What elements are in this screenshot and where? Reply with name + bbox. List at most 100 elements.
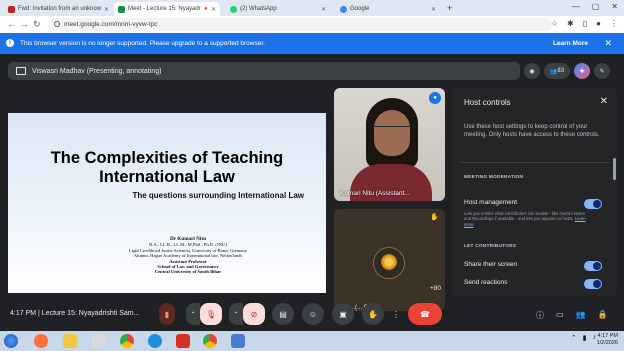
side-panel-icon[interactable]: ▯	[583, 19, 587, 28]
meeting-name: Lecture 15: Nyayadrishti Sam...	[41, 310, 140, 317]
address-bar: ← → ↻ meet.google.com/mnm-vyvw-tpc ☆ ✱ ▯…	[0, 16, 624, 33]
close-icon[interactable]: ✕	[600, 96, 608, 107]
reactions-button[interactable]: ☺	[302, 303, 324, 325]
more-options-icon[interactable]: ⋮	[388, 303, 404, 325]
host-management-toggle[interactable]	[584, 199, 602, 209]
raise-hand-button[interactable]: ✋	[362, 303, 384, 325]
tab-gmail[interactable]: Fwd: Invitation from an unknow ✕	[4, 2, 108, 16]
info-icon: i	[6, 39, 14, 47]
slide-author-block: Dr Kumari Nitu B.A., LL.B., LL.M., M.Phi…	[58, 236, 318, 275]
participants-button[interactable]: 👥 83	[544, 63, 570, 79]
site-info-icon[interactable]	[54, 21, 60, 27]
acrobat-icon[interactable]	[176, 334, 190, 348]
google-icon	[340, 5, 347, 13]
gemini-icon[interactable]: ✦	[574, 63, 590, 79]
learn-more-link[interactable]: Learn More	[553, 40, 588, 47]
back-icon[interactable]: ←	[7, 19, 16, 29]
edge-icon[interactable]	[148, 334, 162, 348]
tab-title: (2) WhatsApp	[240, 6, 277, 12]
tab-whatsapp[interactable]: (2) WhatsApp ✕	[226, 2, 330, 16]
close-icon[interactable]: ✕	[431, 6, 436, 13]
chrome-icon[interactable]	[203, 334, 217, 348]
infobar-message: This browser version is no longer suppor…	[20, 40, 265, 47]
lock-icon[interactable]: 🔒	[598, 310, 608, 321]
chat-icon[interactable]: ▭	[556, 310, 564, 321]
edit-icon[interactable]: ✎	[594, 63, 610, 79]
menu-icon[interactable]: ⋮	[610, 19, 618, 28]
participant-tile[interactable]: ✋ +80 ...(... C...	[334, 209, 445, 311]
meet-icon	[118, 5, 125, 13]
pin-icon[interactable]: ✋	[430, 213, 439, 221]
close-icon[interactable]: ✕	[321, 6, 326, 13]
camera-options-chevron-icon[interactable]: ⌃	[229, 303, 243, 325]
send-reactions-toggle[interactable]	[584, 279, 602, 289]
people-icon: 👥	[549, 68, 558, 75]
tab-strip: Fwd: Invitation from an unknow ✕ Meet - …	[0, 0, 624, 16]
section-heading: LET CONTRIBUTORS	[464, 244, 517, 249]
reload-icon[interactable]: ↻	[33, 19, 41, 30]
taskbar-clock[interactable]: 4:17 PM 1/2/2026	[597, 333, 618, 347]
speaking-indicator-icon: ●	[429, 92, 441, 104]
share-screen-label: Share their screen	[464, 261, 518, 268]
present-button[interactable]: ▣	[332, 303, 354, 325]
meeting-details-icon[interactable]: ⓘ	[536, 310, 544, 321]
window-close-icon[interactable]: ✕	[611, 2, 618, 11]
host-management-description: Lets you restrict what contributors can …	[464, 211, 589, 227]
forward-icon[interactable]: →	[20, 19, 29, 29]
file-explorer-icon[interactable]	[63, 334, 77, 348]
volume-icon[interactable]: ♪	[593, 334, 597, 342]
firefox-icon[interactable]	[34, 334, 48, 348]
divider	[460, 162, 610, 163]
tab-title: Fwd: Invitation from an unknow	[18, 6, 102, 12]
leave-call-button[interactable]: ☎	[408, 303, 442, 325]
media-player-icon[interactable]	[92, 334, 106, 348]
new-tab-icon[interactable]: +	[447, 3, 452, 13]
slide-title-line-1: The Complexities of Teaching	[50, 149, 284, 167]
meeting-time: 4:17 PM	[10, 310, 37, 317]
mic-options-chevron-icon[interactable]: ⌃	[186, 303, 200, 325]
meet-stage: Viswasri Madhav (Presenting, annotating)…	[0, 54, 624, 331]
maximize-icon[interactable]: ▢	[592, 2, 600, 11]
remote-desktop-icon[interactable]	[231, 334, 245, 348]
more-participants-count[interactable]: +80	[430, 285, 441, 292]
slide-subtitle: The questions surrounding International …	[132, 191, 304, 200]
url-input[interactable]: meet.google.com/mnm-vyvw-tpc	[48, 18, 552, 31]
profile-icon[interactable]: ●	[596, 19, 601, 28]
start-icon[interactable]	[4, 334, 18, 348]
present-screen-icon	[16, 67, 26, 75]
people-icon[interactable]: 👥	[576, 310, 586, 321]
close-icon[interactable]: ✕	[104, 6, 108, 13]
tab-google[interactable]: Google ✕	[336, 2, 440, 16]
network-icon[interactable]: ▮	[583, 334, 587, 342]
infobar-close-icon[interactable]: ✕	[604, 38, 612, 49]
avatar-image	[381, 254, 397, 270]
tab-meet[interactable]: Meet - Lecture 15: Nyayadr ● ✕	[114, 2, 220, 16]
top-right-controls: ◉ 👥 83 ✦ ✎	[524, 63, 610, 79]
tray-chevron-icon[interactable]: ⌃	[571, 334, 577, 342]
participant-tile[interactable]: ● Kumari Nitu (Assistant...	[334, 88, 445, 201]
minimize-icon[interactable]: —	[572, 2, 580, 11]
panel-description: Use these host settings to keep control …	[464, 124, 600, 138]
section-heading: MEETING MODERATION	[464, 175, 524, 180]
activity-icon[interactable]: ◉	[524, 63, 540, 79]
meeting-info: 4:17 PM | Lecture 15: Nyayadrishti Sam..…	[10, 310, 139, 317]
extensions-icon[interactable]: ✱	[567, 19, 574, 28]
mic-off-button[interactable]: 🎙	[200, 303, 222, 325]
bottom-right-icons: ⓘ ▭ 👥 🔒	[536, 310, 608, 321]
gmail-icon	[8, 5, 15, 13]
companion-icon[interactable]: ▮	[159, 303, 175, 325]
camera-off-button[interactable]: ⊘	[243, 303, 265, 325]
presenter-bar: Viswasri Madhav (Presenting, annotating)	[8, 62, 520, 80]
captions-button[interactable]: ▤	[272, 303, 294, 325]
close-icon[interactable]: ✕	[211, 6, 216, 13]
clock-date: 1/2/2026	[596, 340, 618, 346]
whatsapp-icon	[230, 5, 237, 13]
author-role-line: Central University of South Bihar	[154, 269, 222, 275]
tab-title: Meet - Lecture 15: Nyayadr	[128, 6, 201, 12]
panel-scrollbar[interactable]	[613, 158, 616, 180]
chrome-icon[interactable]	[120, 334, 134, 348]
share-screen-toggle[interactable]	[584, 261, 602, 271]
url-text: meet.google.com/mnm-vyvw-tpc	[64, 21, 158, 28]
video-person-glasses	[374, 126, 410, 134]
bookmark-star-icon[interactable]: ☆	[551, 19, 558, 28]
